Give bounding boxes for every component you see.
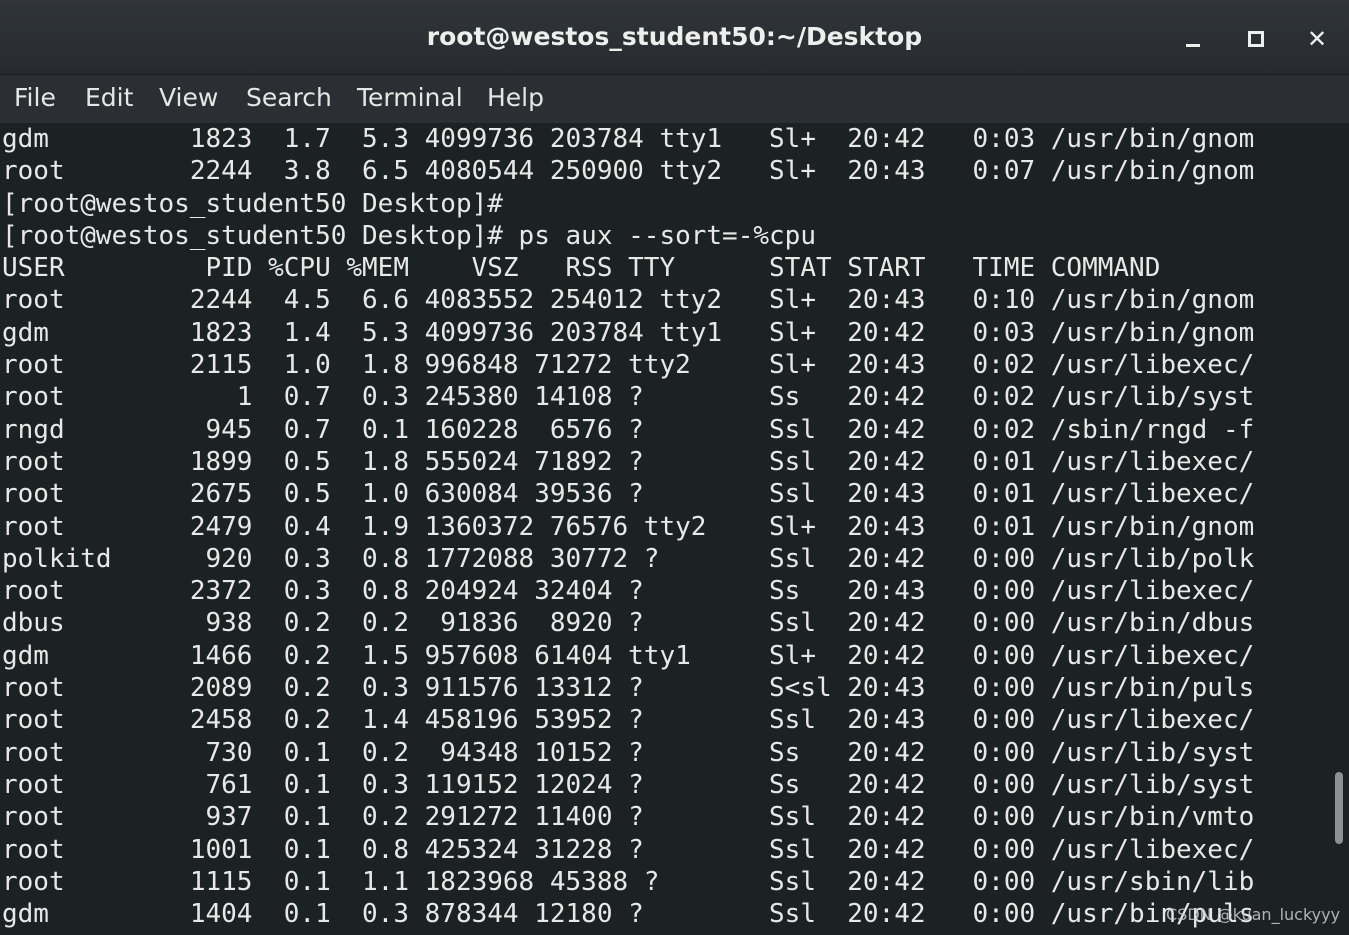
terminal-line: polkitd 920 0.3 0.8 1772088 30772 ? Ssl … (2, 543, 1255, 574)
terminal-line: gdm 1823 1.4 5.3 4099736 203784 tty1 Sl+… (2, 317, 1255, 348)
maximize-button[interactable] (1237, 22, 1273, 56)
minimize-button[interactable] (1175, 22, 1211, 56)
menu-help[interactable]: Help (487, 83, 544, 112)
terminal-line: gdm 1466 0.2 1.5 957608 61404 tty1 Sl+ 2… (2, 640, 1255, 671)
terminal-line: [root@westos_student50 Desktop]# (2, 188, 503, 219)
terminal-line: root 2458 0.2 1.4 458196 53952 ? Ssl 20:… (2, 705, 1255, 736)
menu-view[interactable]: View (159, 83, 218, 112)
terminal-line: root 761 0.1 0.3 119152 12024 ? Ss 20:42… (2, 769, 1255, 800)
menu-search[interactable]: Search (246, 83, 332, 112)
minimize-icon (1186, 44, 1200, 47)
terminal-line: root 2115 1.0 1.8 996848 71272 tty2 Sl+ … (2, 350, 1255, 381)
terminal-line: root 1001 0.1 0.8 425324 31228 ? Ssl 20:… (2, 834, 1255, 865)
terminal-output[interactable]: gdm 1823 1.7 5.3 4099736 203784 tty1 Sl+… (0, 123, 1334, 935)
terminal-line: root 937 0.1 0.2 291272 11400 ? Ssl 20:4… (2, 802, 1255, 833)
window-title: root@westos_student50:~/Desktop (426, 22, 923, 51)
terminal-line: root 1899 0.5 1.8 555024 71892 ? Ssl 20:… (2, 446, 1255, 477)
terminal-line: gdm 1823 1.7 5.3 4099736 203784 tty1 Sl+… (2, 124, 1255, 154)
terminal-line: root 2372 0.3 0.8 204924 32404 ? Ss 20:4… (2, 576, 1255, 607)
terminal-line: root 2089 0.2 0.3 911576 13312 ? S<sl 20… (2, 673, 1255, 704)
terminal-line: dbus 938 0.2 0.2 91836 8920 ? Ssl 20:42 … (2, 608, 1255, 639)
title-bar[interactable]: root@westos_student50:~/Desktop ✕ (0, 0, 1349, 75)
terminal-line: root 2244 3.8 6.5 4080544 250900 tty2 Sl… (2, 156, 1255, 187)
terminal-line: root 2244 4.5 6.6 4083552 254012 tty2 Sl… (2, 285, 1255, 316)
terminal-line: root 1 0.7 0.3 245380 14108 ? Ss 20:42 0… (2, 382, 1255, 413)
menu-file[interactable]: File (14, 83, 56, 112)
menu-edit[interactable]: Edit (85, 83, 133, 112)
terminal-line: [root@westos_student50 Desktop]# ps aux … (2, 220, 816, 251)
maximize-icon (1248, 31, 1264, 47)
terminal-line: gdm 1404 0.1 0.3 878344 12180 ? Ssl 20:4… (2, 899, 1255, 930)
menu-terminal[interactable]: Terminal (357, 83, 463, 112)
terminal-line: USER PID %CPU %MEM VSZ RSS TTY STAT STAR… (2, 253, 1161, 284)
menu-bar: File Edit View Search Terminal Help (0, 75, 1349, 123)
watermark-text: CSDN @kuan_luckyyy (1166, 905, 1341, 924)
terminal-line: root 1115 0.1 1.1 1823968 45388 ? Ssl 20… (2, 866, 1255, 897)
close-button[interactable]: ✕ (1299, 22, 1335, 56)
terminal-line: rngd 945 0.7 0.1 160228 6576 ? Ssl 20:42… (2, 414, 1255, 445)
terminal-line: root 730 0.1 0.2 94348 10152 ? Ss 20:42 … (2, 737, 1255, 768)
terminal-line: root 2479 0.4 1.9 1360372 76576 tty2 Sl+… (2, 511, 1255, 542)
terminal-text: gdm 1823 1.7 5.3 4099736 203784 tty1 Sl+… (0, 123, 1334, 930)
close-icon: ✕ (1306, 25, 1328, 53)
scrollbar-thumb[interactable] (1335, 772, 1343, 844)
terminal-window: root@westos_student50:~/Desktop ✕ File E… (0, 0, 1349, 935)
terminal-line: root 2675 0.5 1.0 630084 39536 ? Ssl 20:… (2, 479, 1255, 510)
